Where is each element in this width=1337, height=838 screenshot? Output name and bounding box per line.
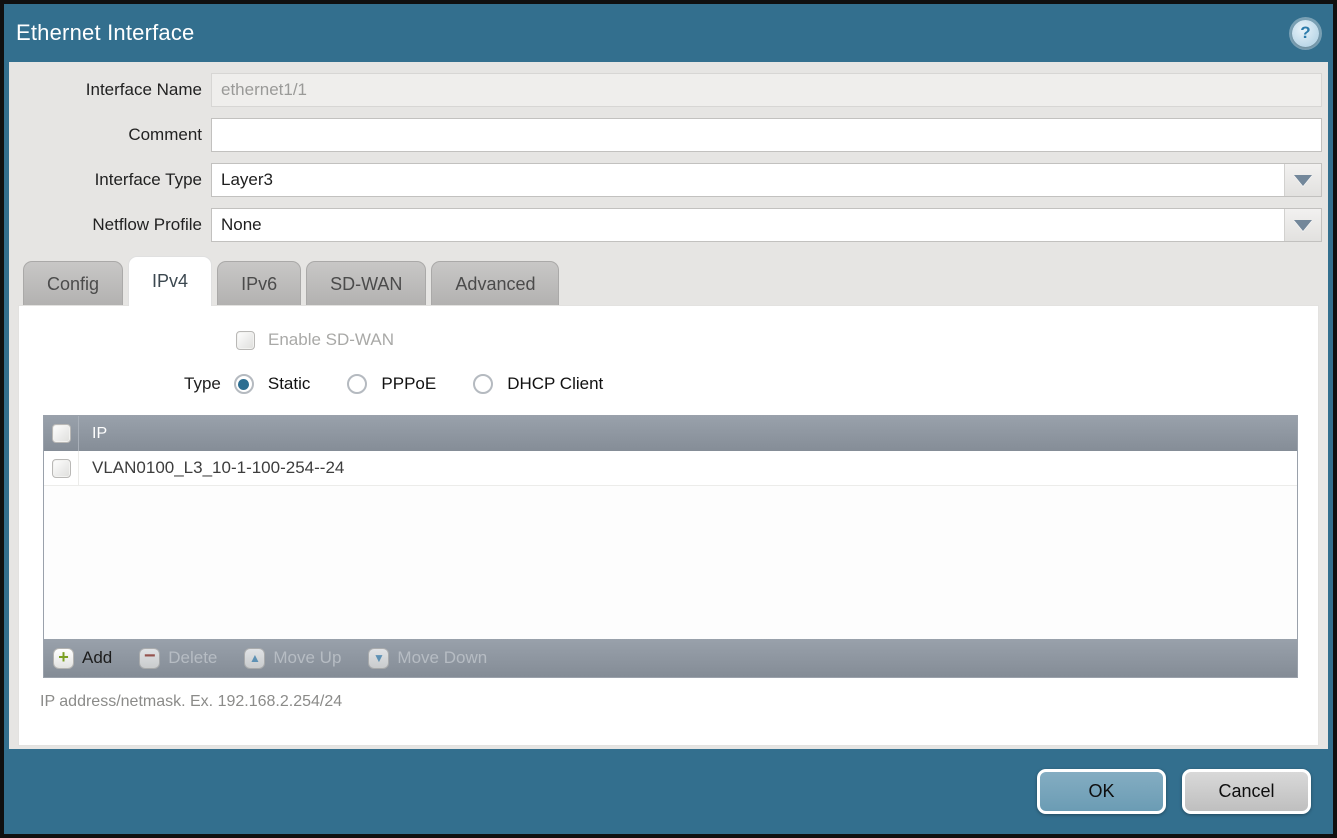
enable-sdwan-row: Enable SD-WAN (236, 330, 1318, 350)
ip-column-header: IP (79, 425, 107, 443)
ip-address-table: IP VLAN0100_L3_10-1-100-254--24 + Add − (43, 415, 1298, 678)
dialog-title: Ethernet Interface (16, 20, 194, 46)
ip-format-hint: IP address/netmask. Ex. 192.168.2.254/24 (40, 693, 1318, 711)
radio-button-icon[interactable] (234, 374, 254, 394)
interface-type-dropdown[interactable] (211, 163, 1322, 197)
type-radio-group: Static PPPoE DHCP Client (234, 374, 640, 394)
netflow-profile-value[interactable] (212, 209, 1284, 241)
tab-advanced[interactable]: Advanced (431, 261, 559, 306)
move-down-button-label: Move Down (397, 648, 487, 668)
interface-type-label: Interface Type (9, 170, 211, 190)
interface-name-label: Interface Name (9, 80, 211, 100)
netflow-profile-dropdown[interactable] (211, 208, 1322, 242)
arrow-up-icon: ▲ (244, 648, 265, 669)
move-up-button[interactable]: ▲ Move Up (244, 648, 341, 669)
interface-type-dropdown-trigger[interactable] (1284, 164, 1321, 196)
radio-static[interactable]: Static (234, 374, 311, 394)
minus-icon: − (139, 648, 160, 669)
radio-static-label: Static (268, 374, 311, 394)
radio-dhcp-client[interactable]: DHCP Client (473, 374, 603, 394)
chevron-down-icon (1294, 220, 1312, 231)
delete-button-label: Delete (168, 648, 217, 668)
help-icon[interactable]: ? (1292, 20, 1319, 47)
tab-config[interactable]: Config (23, 261, 123, 306)
ip-table-header: IP (44, 416, 1297, 451)
row-checkbox[interactable] (52, 459, 71, 478)
form-row-comment: Comment (9, 118, 1322, 152)
interface-name-field[interactable] (211, 73, 1322, 107)
enable-sdwan-checkbox[interactable] (236, 331, 255, 350)
radio-button-icon[interactable] (347, 374, 367, 394)
tab-sdwan[interactable]: SD-WAN (306, 261, 426, 306)
tab-ipv4[interactable]: IPv4 (128, 256, 212, 306)
interface-type-value[interactable] (212, 164, 1284, 196)
radio-pppoe[interactable]: PPPoE (347, 374, 436, 394)
add-button-label: Add (82, 648, 112, 668)
tab-bar: Config IPv4 IPv6 SD-WAN Advanced (23, 256, 1328, 306)
dialog-titlebar: Ethernet Interface ? (4, 4, 1333, 62)
ip-cell-value: VLAN0100_L3_10-1-100-254--24 (79, 458, 344, 478)
ok-button[interactable]: OK (1037, 769, 1166, 814)
arrow-down-icon: ▼ (368, 648, 389, 669)
table-toolbar: + Add − Delete ▲ Move Up ▼ Move Down (44, 639, 1297, 677)
radio-button-icon[interactable] (473, 374, 493, 394)
type-radio-row: Type Static PPPoE DHCP Client (184, 374, 1318, 394)
dialog-body: Interface Name Comment Interface Type (9, 62, 1328, 749)
table-empty-area (44, 486, 1297, 639)
table-row[interactable]: VLAN0100_L3_10-1-100-254--24 (44, 451, 1297, 486)
cancel-button[interactable]: Cancel (1182, 769, 1311, 814)
move-up-button-label: Move Up (273, 648, 341, 668)
form-row-interface-name: Interface Name (9, 73, 1322, 107)
comment-label: Comment (9, 125, 211, 145)
netflow-profile-dropdown-trigger[interactable] (1284, 209, 1321, 241)
radio-pppoe-label: PPPoE (381, 374, 436, 394)
ipv4-tab-panel: Enable SD-WAN Type Static PPPoE DHCP C (19, 306, 1318, 745)
form-row-interface-type: Interface Type (9, 163, 1322, 197)
select-all-checkbox[interactable] (52, 424, 71, 443)
dialog-footer: OK Cancel (4, 749, 1333, 834)
form-row-netflow-profile: Netflow Profile (9, 208, 1322, 242)
comment-field[interactable] (211, 118, 1322, 152)
radio-dhcp-client-label: DHCP Client (507, 374, 603, 394)
type-label: Type (184, 374, 221, 394)
netflow-profile-label: Netflow Profile (9, 215, 211, 235)
add-button[interactable]: + Add (53, 648, 112, 669)
plus-icon: + (53, 648, 74, 669)
move-down-button[interactable]: ▼ Move Down (368, 648, 487, 669)
delete-button[interactable]: − Delete (139, 648, 217, 669)
tab-ipv6[interactable]: IPv6 (217, 261, 301, 306)
ethernet-interface-dialog: Ethernet Interface ? Interface Name Comm… (0, 0, 1337, 838)
chevron-down-icon (1294, 175, 1312, 186)
enable-sdwan-label: Enable SD-WAN (268, 330, 394, 350)
